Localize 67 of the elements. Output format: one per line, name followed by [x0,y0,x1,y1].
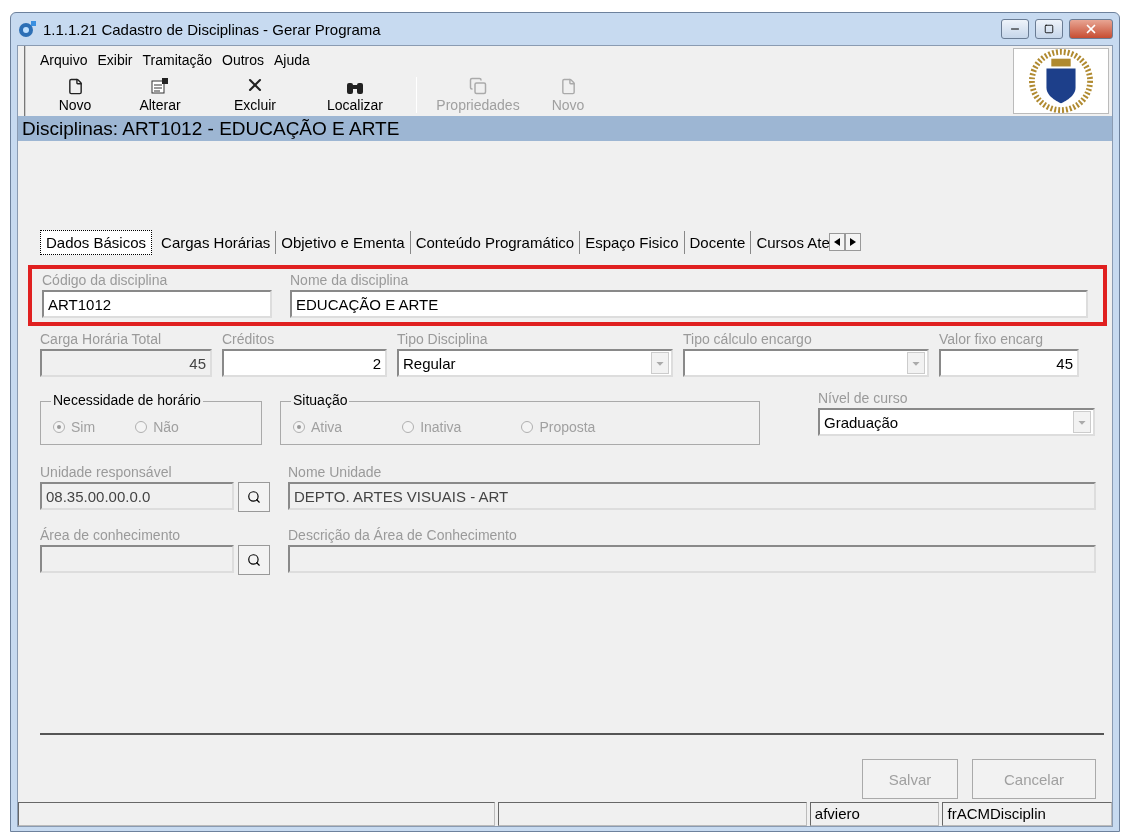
search-button[interactable] [238,545,270,575]
form-edit-icon [150,77,170,95]
input-field[interactable]: 08.35.00.00.0.0 [40,482,234,510]
toolbar-button[interactable]: Excluir [210,75,300,113]
menu-item[interactable]: Tramitação [142,52,212,68]
field-label: Valor fixo encarg [939,330,1044,349]
left-arrow-icon [834,238,841,246]
field-label: Nome da disciplina [290,271,410,290]
search-icon [247,490,261,504]
field-label: Nome Unidade [288,463,383,482]
pages-icon [469,77,487,95]
field-label: Unidade responsável [40,463,173,482]
menu-item[interactable]: Outros [222,52,264,68]
group-title: Situação [291,392,350,408]
search-button[interactable] [238,482,270,512]
window-title: 1.1.1.21 Cadastro de Disciplinas - Gerar Programa [43,20,382,38]
document-icon [559,78,577,95]
input-field[interactable]: 2 [222,349,387,377]
search-icon [247,553,261,567]
field-label: Descrição da Área de Conhecimento [288,526,518,545]
field-label: Tipo cálculo encargo [683,330,813,349]
close-button[interactable] [1069,19,1113,39]
caret-icon [1073,411,1091,433]
tab[interactable]: Conteúdo Programático [410,230,581,254]
document-icon [66,78,84,95]
field-label: Créditos [222,330,276,349]
app-icon [17,20,37,38]
status-text: afviero [809,802,940,826]
right-arrow-icon [850,238,857,246]
menu-item[interactable]: Ajuda [274,52,310,68]
toolbar-button[interactable]: Localizar [300,79,410,113]
scroll-right-button[interactable] [845,233,862,251]
menu-item[interactable]: Arquivo [40,52,88,68]
input-field[interactable]: 45 [939,349,1079,377]
tab[interactable]: Cargas Horárias [156,230,277,254]
field-label: Carga Horária Total [40,330,163,349]
field-label: Tipo Disciplina [397,330,489,349]
tab[interactable]: Objetivo e Ementa [276,230,411,254]
dropdown-field[interactable]: Graduação [818,408,1095,436]
input-field[interactable]: ART1012 [42,290,272,318]
field-label: Área de conhecimento [40,526,182,545]
tab[interactable]: Espaço Fisico [580,230,685,254]
toolbar-button[interactable]: Novo [40,78,110,113]
dropdown-field[interactable] [683,349,929,377]
input-field[interactable] [288,545,1096,573]
menu-item[interactable]: Exibir [97,52,133,68]
toolbar-button[interactable]: Alterar [110,77,210,113]
caret-icon [651,352,669,374]
maximize-icon [1044,24,1054,34]
input-field[interactable]: EDUCAÇÃO E ARTE [290,290,1088,318]
maximize-button[interactable] [1035,19,1063,39]
scroll-left-button[interactable] [829,233,846,251]
tab[interactable]: Dados Básicos [40,229,153,255]
input-field[interactable]: 45 [40,349,212,377]
caret-icon [907,352,925,374]
group-title: Necessidade de horário [51,392,203,408]
status-text: frACMDisciplin [942,802,1112,826]
tab[interactable]: Docente [684,230,752,254]
tab[interactable]: Cursos Ate [751,230,830,254]
minimize-button[interactable] [1001,19,1029,39]
record-header: Disciplinas: ART1012 - EDUCAÇÃO E ARTE [18,116,1112,141]
field-label: Nível de curso [818,389,909,408]
field-label: Código da disciplina [42,271,169,290]
close-icon [1084,22,1098,36]
dropdown-field[interactable]: Regular [397,349,673,377]
input-field[interactable]: DEPTO. ARTES VISUAIS - ART [288,482,1096,510]
input-field[interactable] [40,545,234,573]
